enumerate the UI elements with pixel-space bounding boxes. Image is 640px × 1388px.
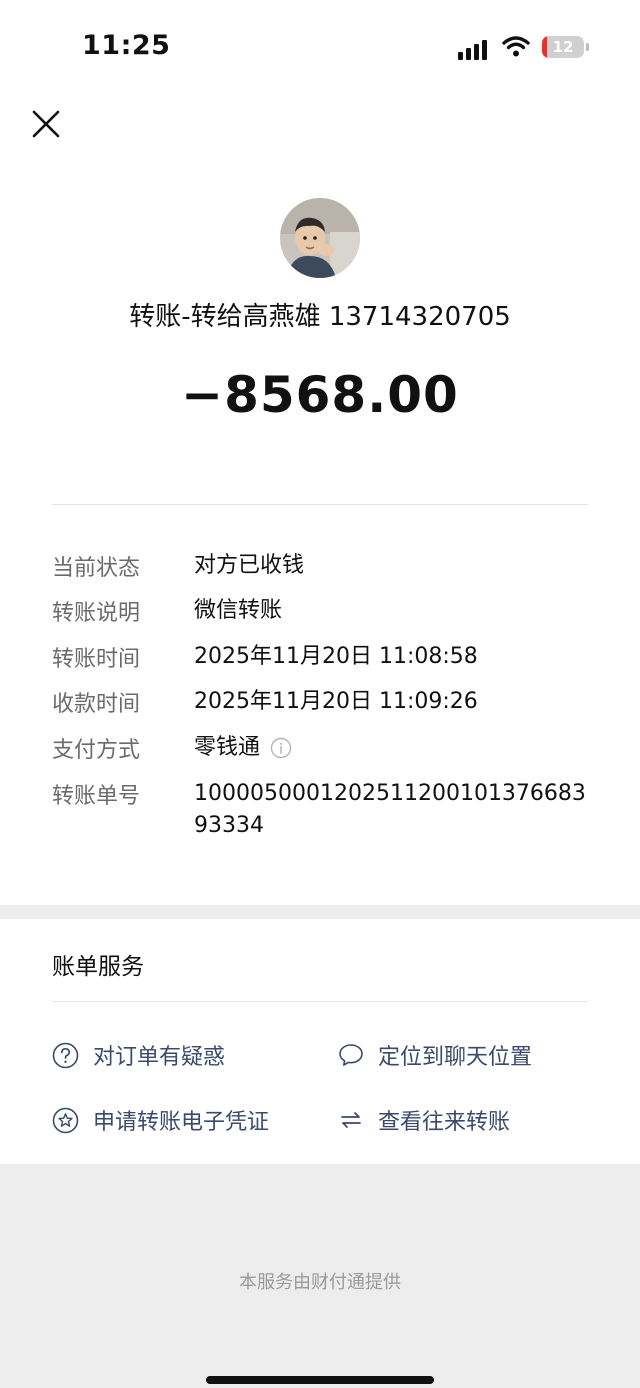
service-label: 对订单有疑惑 bbox=[93, 1045, 226, 1070]
service-label: 定位到聊天位置 bbox=[378, 1045, 533, 1070]
transfer-amount: −8568.00 bbox=[181, 366, 459, 424]
swap-arrows-icon bbox=[341, 1112, 361, 1128]
bill-services-section: 账单服务 对订单有疑惑 定位到聊天位置 申请转账电子凭证 查看往来转账 bbox=[0, 919, 640, 1164]
question-circle-icon bbox=[52, 1042, 79, 1068]
detail-value: 2025年11月20日 11:09:26 bbox=[194, 689, 478, 714]
service-label: 申请转账电子凭证 bbox=[93, 1110, 270, 1135]
battery-cap bbox=[586, 43, 589, 51]
star-badge-icon bbox=[52, 1107, 79, 1133]
detail-label: 转账单号 bbox=[52, 784, 141, 809]
detail-label: 转账说明 bbox=[52, 601, 141, 626]
footer-provider-text: 本服务由财付通提供 bbox=[239, 1272, 401, 1293]
detail-value: 零钱通 bbox=[194, 735, 261, 760]
cellular-signal-icon bbox=[458, 38, 492, 60]
order-question-link[interactable]: 对订单有疑惑 bbox=[52, 1039, 225, 1071]
transfer-title: 转账-转给高燕雄 13714320705 bbox=[129, 302, 511, 332]
locate-chat-link[interactable]: 定位到聊天位置 bbox=[338, 1039, 532, 1071]
e-voucher-link[interactable]: 申请转账电子凭证 bbox=[52, 1104, 269, 1136]
chat-bubble-icon bbox=[339, 1044, 363, 1066]
status-time: 11:25 bbox=[82, 30, 171, 61]
detail-label: 当前状态 bbox=[52, 556, 141, 581]
home-indicator[interactable] bbox=[206, 1376, 434, 1384]
view-transfers-link[interactable]: 查看往来转账 bbox=[338, 1104, 510, 1136]
detail-label: 支付方式 bbox=[52, 738, 141, 763]
transfer-detail-card: 11:25 12 转账-转给高燕雄 13714320705 −8568.00 当… bbox=[0, 0, 640, 905]
detail-value: 100005000120251120010137668393334 bbox=[194, 781, 586, 838]
services-title: 账单服务 bbox=[52, 954, 144, 980]
divider bbox=[52, 1001, 588, 1002]
battery-level: 12 bbox=[552, 38, 574, 56]
detail-value: 2025年11月20日 11:08:58 bbox=[194, 644, 478, 669]
divider bbox=[52, 504, 588, 505]
detail-value: 微信转账 bbox=[194, 598, 283, 623]
detail-value-wrap: 零钱通 bbox=[194, 732, 594, 764]
wifi-icon bbox=[502, 36, 530, 57]
detail-label: 收款时间 bbox=[52, 692, 141, 717]
detail-value: 对方已收钱 bbox=[194, 553, 305, 578]
service-label: 查看往来转账 bbox=[378, 1110, 511, 1135]
user-avatar[interactable] bbox=[280, 198, 360, 278]
info-icon[interactable] bbox=[270, 737, 292, 759]
close-icon[interactable] bbox=[28, 106, 64, 142]
detail-label: 转账时间 bbox=[52, 647, 141, 672]
status-bar: 11:25 12 bbox=[0, 0, 640, 90]
battery-icon: 12 bbox=[542, 36, 584, 58]
